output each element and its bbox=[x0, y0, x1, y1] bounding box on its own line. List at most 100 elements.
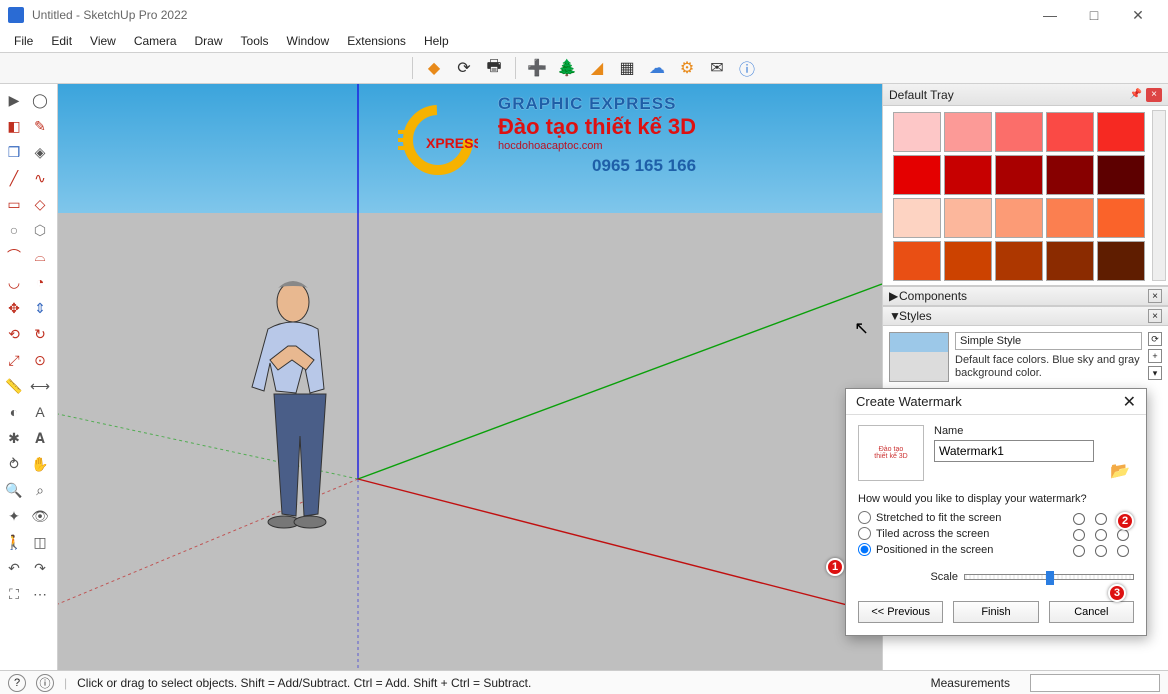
color-swatch[interactable] bbox=[944, 112, 992, 152]
panel-close-icon[interactable]: × bbox=[1148, 309, 1162, 323]
3dtext-tool[interactable]: 𝐀 bbox=[28, 426, 52, 450]
refresh-icon[interactable]: ⟳ bbox=[451, 55, 477, 81]
lasso-tool[interactable]: ◯ bbox=[28, 88, 52, 112]
color-swatch[interactable] bbox=[995, 155, 1043, 195]
color-swatch[interactable] bbox=[1046, 241, 1094, 281]
color-swatch[interactable] bbox=[1097, 241, 1145, 281]
color-swatch[interactable] bbox=[944, 198, 992, 238]
menu-view[interactable]: View bbox=[82, 32, 124, 50]
pos-bl[interactable] bbox=[1073, 545, 1085, 557]
help-icon[interactable]: ? bbox=[8, 674, 26, 692]
scale-tool[interactable]: ⤢ bbox=[2, 348, 26, 372]
color-swatch[interactable] bbox=[1097, 112, 1145, 152]
section-tool[interactable]: ◫ bbox=[28, 530, 52, 554]
pos-br[interactable] bbox=[1117, 545, 1129, 557]
pin-icon[interactable]: 📌 bbox=[1130, 89, 1142, 100]
tray-header[interactable]: Default Tray 📌 × bbox=[883, 84, 1168, 106]
text-tool[interactable]: A bbox=[28, 400, 52, 424]
zoom-extents-tool[interactable]: ⛶ bbox=[2, 582, 26, 606]
orbit-tool[interactable]: ⥁ bbox=[2, 452, 26, 476]
color-swatch[interactable] bbox=[1046, 155, 1094, 195]
eraser-tool[interactable]: ◧ bbox=[2, 114, 26, 138]
arc3-tool[interactable]: ◡ bbox=[2, 270, 26, 294]
color-swatch[interactable] bbox=[1097, 155, 1145, 195]
color-swatch[interactable] bbox=[893, 241, 941, 281]
cancel-button[interactable]: Cancel bbox=[1049, 601, 1134, 623]
pos-bc[interactable] bbox=[1095, 545, 1107, 557]
minimize-button[interactable]: — bbox=[1028, 0, 1072, 30]
rectangle-tool[interactable]: ▭ bbox=[2, 192, 26, 216]
pie-tool[interactable]: ◔ bbox=[28, 270, 52, 294]
color-swatch[interactable] bbox=[893, 155, 941, 195]
menu-draw[interactable]: Draw bbox=[187, 32, 231, 50]
color-swatch[interactable] bbox=[1046, 112, 1094, 152]
styles-panel-header[interactable]: ▼ Styles × bbox=[883, 306, 1168, 326]
dimension-tool[interactable]: ⟷ bbox=[28, 374, 52, 398]
position-camera-tool[interactable]: ✦ bbox=[2, 504, 26, 528]
protractor-tool[interactable]: ◐ bbox=[2, 400, 26, 424]
tree-icon[interactable]: 🌲 bbox=[554, 55, 580, 81]
circle-tool[interactable]: ○ bbox=[2, 218, 26, 242]
browse-icon[interactable]: 📂 bbox=[1110, 461, 1134, 481]
move-tool[interactable]: ✥ bbox=[2, 296, 26, 320]
prev-tool[interactable]: ↶ bbox=[2, 556, 26, 580]
color-swatch[interactable] bbox=[995, 112, 1043, 152]
menu-window[interactable]: Window bbox=[279, 32, 338, 50]
next-tool[interactable]: ↷ bbox=[28, 556, 52, 580]
color-swatch[interactable] bbox=[893, 112, 941, 152]
polygon-tool[interactable]: ⬡ bbox=[28, 218, 52, 242]
tape-tool[interactable]: 📏 bbox=[2, 374, 26, 398]
checker-icon[interactable]: ▦ bbox=[614, 55, 640, 81]
arc2-tool[interactable]: ⌓ bbox=[28, 244, 52, 268]
watermark-name-input[interactable] bbox=[934, 440, 1094, 462]
menu-edit[interactable]: Edit bbox=[43, 32, 80, 50]
measurements-input[interactable] bbox=[1030, 674, 1160, 692]
component-tool[interactable]: ❒ bbox=[2, 140, 26, 164]
pos-tc[interactable] bbox=[1095, 513, 1107, 525]
printer-icon[interactable]: 🖶 bbox=[481, 55, 507, 81]
maximize-button[interactable]: □ bbox=[1072, 0, 1116, 30]
radio-positioned[interactable]: Positioned in the screen bbox=[858, 543, 1050, 556]
pos-mc[interactable] bbox=[1095, 529, 1107, 541]
style-thumbnail[interactable] bbox=[889, 332, 949, 382]
add-icon[interactable]: ➕ bbox=[524, 55, 550, 81]
color-swatch[interactable] bbox=[893, 198, 941, 238]
offset-tool[interactable]: ⊙ bbox=[28, 348, 52, 372]
color-swatch[interactable] bbox=[1097, 198, 1145, 238]
paint-tool[interactable]: ✎ bbox=[28, 114, 52, 138]
dialog-close-icon[interactable]: ✕ bbox=[1123, 392, 1136, 412]
look-tool[interactable]: 👁 bbox=[28, 504, 52, 528]
rotate-tool[interactable]: ⟲ bbox=[2, 322, 26, 346]
layers-icon[interactable]: ◢ bbox=[584, 55, 610, 81]
gear-icon[interactable]: ⚙ bbox=[674, 55, 700, 81]
dialog-titlebar[interactable]: Create Watermark ✕ bbox=[846, 389, 1146, 415]
color-swatch[interactable] bbox=[995, 198, 1043, 238]
swatch-scrollbar[interactable] bbox=[1152, 110, 1166, 281]
scale-slider-thumb[interactable] bbox=[1046, 571, 1054, 585]
menu-file[interactable]: File bbox=[6, 32, 41, 50]
style-more-icon[interactable]: ▾ bbox=[1148, 366, 1162, 380]
radio-tiled[interactable]: Tiled across the screen bbox=[858, 527, 1050, 540]
line-tool[interactable]: ╱ bbox=[2, 166, 26, 190]
menu-extensions[interactable]: Extensions bbox=[339, 32, 414, 50]
axes-tool[interactable]: ✱ bbox=[2, 426, 26, 450]
pushpull-tool[interactable]: ⇕ bbox=[28, 296, 52, 320]
followme-tool[interactable]: ↻ bbox=[28, 322, 52, 346]
cloud-icon[interactable]: ☁ bbox=[644, 55, 670, 81]
tray-close-icon[interactable]: × bbox=[1146, 88, 1162, 102]
tool-x[interactable]: ⋯ bbox=[28, 582, 52, 606]
person-icon[interactable]: ⓘ bbox=[36, 674, 54, 692]
zoom-tool[interactable]: 🔍 bbox=[2, 478, 26, 502]
walk-tool[interactable]: 🚶 bbox=[2, 530, 26, 554]
menu-tools[interactable]: Tools bbox=[233, 32, 277, 50]
style-new-icon[interactable]: + bbox=[1148, 349, 1162, 363]
viewport[interactable]: XPRESS GRAPHIC EXPRESS Đào tạo thiết kế … bbox=[58, 84, 882, 670]
extension-icon[interactable]: ◆ bbox=[421, 55, 447, 81]
close-button[interactable]: ✕ bbox=[1116, 0, 1160, 30]
style-update-icon[interactable]: ⟳ bbox=[1148, 332, 1162, 346]
pos-ml[interactable] bbox=[1073, 529, 1085, 541]
freehand-tool[interactable]: ∿ bbox=[28, 166, 52, 190]
style-name-field[interactable]: Simple Style bbox=[955, 332, 1142, 350]
color-swatch[interactable] bbox=[1046, 198, 1094, 238]
radio-stretched[interactable]: Stretched to fit the screen bbox=[858, 511, 1050, 524]
